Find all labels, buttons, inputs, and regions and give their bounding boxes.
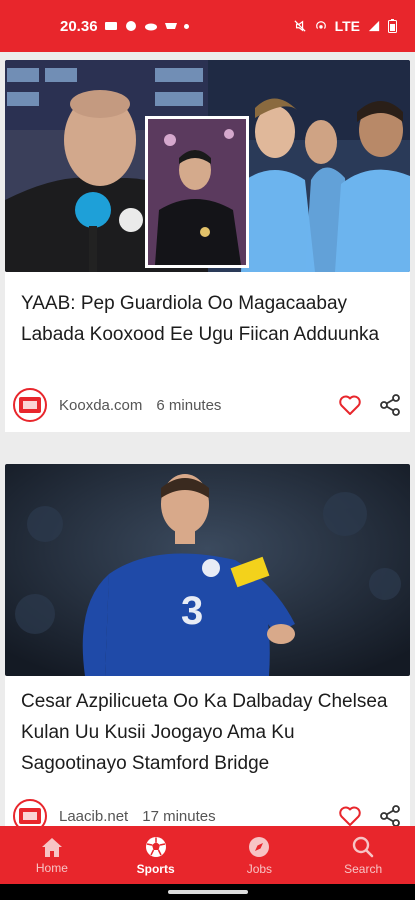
like-heart-icon[interactable] — [338, 805, 362, 826]
nav-search[interactable]: Search — [311, 826, 415, 884]
message-icon — [164, 23, 177, 29]
share-icon[interactable] — [378, 804, 402, 826]
published-time: 17 minutes — [142, 807, 216, 825]
source-logo-icon[interactable] — [13, 799, 47, 826]
source-logo-icon[interactable] — [13, 388, 47, 422]
system-gesture-bar — [0, 884, 415, 900]
nav-jobs[interactable]: Jobs — [208, 826, 312, 884]
network-type: LTE — [334, 18, 360, 34]
compass-icon — [249, 836, 270, 857]
football-icon — [145, 836, 166, 857]
notification-icon — [104, 22, 117, 30]
article-image[interactable] — [5, 60, 410, 272]
article-title[interactable]: YAAB: Pep Guardiola Oo Magacaabay Labada… — [21, 288, 396, 350]
nav-sports-label: Sports — [136, 861, 175, 876]
svg-text:3: 3 — [181, 589, 203, 633]
share-icon[interactable] — [378, 393, 402, 417]
nav-home[interactable]: Home — [0, 826, 104, 884]
like-heart-icon[interactable] — [338, 394, 362, 416]
nav-search-label: Search — [344, 861, 383, 876]
news-feed[interactable]: YAAB: Pep Guardiola Oo Magacaabay Labada… — [0, 52, 415, 826]
source-name[interactable]: Laacib.net — [59, 808, 128, 825]
article-image[interactable]: 3 — [5, 464, 410, 676]
bottom-navigation: Home Sports Jobs Search — [0, 826, 415, 884]
article-meta: Kooxda.com 6 minutes — [13, 386, 402, 424]
mute-icon — [294, 20, 306, 32]
more-notifications-dot-icon — [183, 23, 189, 29]
battery-icon — [388, 19, 397, 33]
hotspot-icon — [315, 21, 326, 29]
article-title[interactable]: Cesar Azpilicueta Oo Ka Dalbaday Chelsea… — [21, 686, 396, 779]
nav-jobs-label: Jobs — [246, 861, 273, 876]
home-gesture-handle[interactable] — [168, 890, 248, 894]
source-name[interactable]: Kooxda.com — [59, 397, 142, 414]
home-icon — [41, 837, 62, 857]
published-time: 6 minutes — [156, 396, 222, 414]
app-notification-icon — [125, 21, 136, 31]
nav-sports[interactable]: Sports — [104, 826, 208, 884]
status-bar: 20.36 LTE — [0, 0, 415, 52]
article-meta: Laacib.net 17 minutes — [13, 797, 402, 826]
search-icon — [352, 836, 374, 857]
article-card[interactable]: 3 Cesar Azpilicueta Oo Ka Dalbaday Chels… — [5, 464, 410, 826]
cloud-icon — [144, 23, 157, 31]
signal-icon — [368, 20, 380, 32]
article-card[interactable]: YAAB: Pep Guardiola Oo Magacaabay Labada… — [5, 60, 410, 432]
status-time: 20.36 — [60, 17, 98, 35]
nav-home-label: Home — [35, 860, 68, 875]
